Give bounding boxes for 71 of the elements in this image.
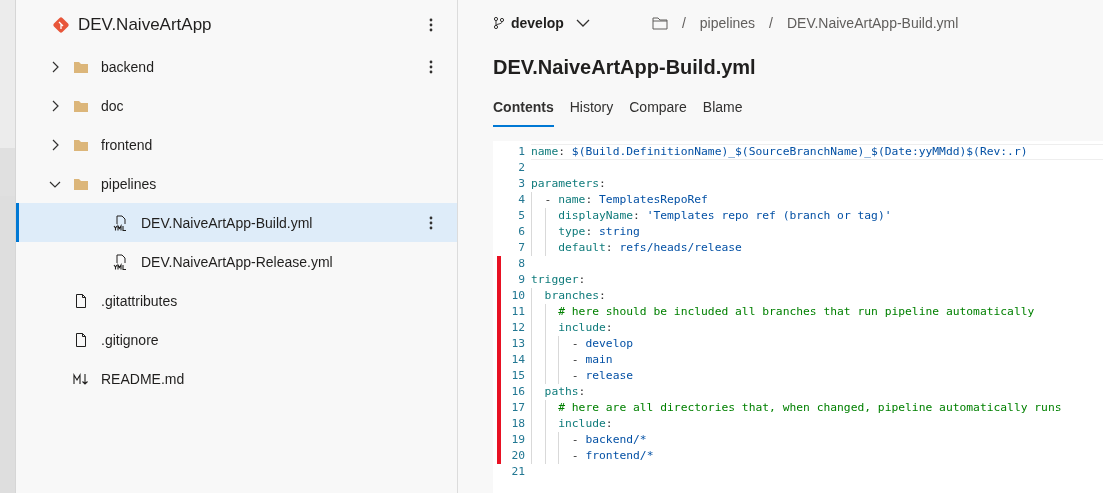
code-line: - backend/* (570, 432, 648, 448)
code-line: displayName: 'Templates repo ref (branch or tag)' (557, 208, 893, 224)
line-number: 7 (518, 240, 525, 256)
branch-selector[interactable]: develop (493, 15, 590, 31)
line-number: 16 (511, 384, 525, 400)
line-number: 9 (518, 272, 525, 288)
more-icon (429, 18, 433, 32)
code-line: paths: (543, 384, 587, 400)
line-number: 17 (511, 400, 525, 416)
tree-item[interactable]: doc (16, 86, 457, 125)
line-number: 13 (511, 336, 525, 352)
code-line: parameters: (531, 176, 607, 192)
code-line: # here should be included all branches that run pipeline automatically (557, 304, 1036, 320)
tree-item[interactable]: DEV.NaiveArtApp-Release.yml (16, 242, 457, 281)
line-number: 3 (518, 176, 525, 192)
code-line: - frontend/* (570, 448, 655, 464)
line-number: 6 (518, 224, 525, 240)
tree-item[interactable]: DEV.NaiveArtApp-Build.yml (16, 203, 457, 242)
breadcrumb-link[interactable]: pipelines (699, 15, 756, 31)
line-number: 20 (511, 448, 525, 464)
tree-item[interactable]: .gitattributes (16, 281, 457, 320)
line-number: 19 (511, 432, 525, 448)
markdown-icon (73, 370, 89, 387)
tree-item[interactable]: .gitignore (16, 320, 457, 359)
yml-file-icon (113, 253, 129, 270)
code-line: - develop (570, 336, 635, 352)
line-number: 14 (511, 352, 525, 368)
line-number: 1 (518, 144, 525, 160)
file-icon (73, 331, 89, 348)
file-title: DEV.NaiveArtApp-Build.yml (493, 56, 757, 79)
tab[interactable]: Contents (493, 93, 554, 127)
line-number: 11 (511, 304, 525, 320)
more-icon (429, 215, 433, 230)
tree-item[interactable]: pipelines (16, 164, 457, 203)
breadcrumb-link[interactable]: DEV.NaiveArtApp-Build.yml (786, 15, 959, 31)
tab[interactable]: Compare (629, 93, 687, 127)
repository-name: DEV.NaiveArtApp (78, 15, 213, 35)
line-number: 12 (511, 320, 525, 336)
tab[interactable]: Blame (702, 93, 743, 127)
code-line: default: refs/heads/release (557, 240, 743, 256)
line-number: 8 (518, 256, 525, 272)
line-number: 15 (511, 368, 525, 384)
code-line: type: string (557, 224, 641, 240)
line-number: 4 (518, 192, 525, 208)
code-line: name: $(Build.DefinitionName)_$(SourceBranchName)_$(Date:yyMMdd)$(Rev:.r) (531, 144, 1103, 160)
breadcrumb-separator: / (681, 15, 686, 31)
line-number: 21 (511, 464, 525, 480)
code-line: branches: (543, 288, 607, 304)
code-line: - name: TemplatesRepoRef (543, 192, 709, 208)
code-line: - main (570, 352, 614, 368)
more-icon (429, 59, 433, 74)
yml-file-icon (113, 214, 129, 231)
chevron-down-icon (575, 19, 590, 27)
code-line: trigger: (531, 272, 587, 288)
code-editor[interactable] (493, 141, 1103, 493)
file-icon (73, 292, 89, 309)
code-line: # here are all directories that, when changed, pipeline automatically runs (557, 400, 1063, 416)
line-number: 2 (518, 160, 525, 176)
tree-item[interactable]: backend (16, 47, 457, 86)
tab[interactable]: History (569, 93, 614, 127)
tree-item[interactable]: frontend (16, 125, 457, 164)
code-line: include: (557, 416, 614, 432)
code-line: include: (557, 320, 614, 336)
line-number: 10 (511, 288, 525, 304)
folder-icon[interactable] (651, 16, 668, 30)
line-number: 18 (511, 416, 525, 432)
code-line: - release (570, 368, 635, 384)
breadcrumb-separator: / (769, 15, 773, 31)
line-number: 5 (518, 208, 525, 224)
tree-item[interactable]: README.md (16, 359, 457, 398)
branch-icon (493, 16, 505, 30)
